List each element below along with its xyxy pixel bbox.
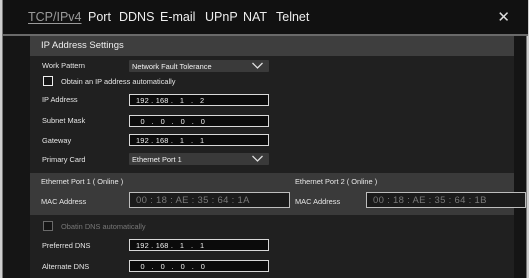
mac-address-1-field: 00 : 18 : AE : 35 : 64 : 1A <box>129 192 290 208</box>
mac-address-2-field: 00 : 18 : AE : 35 : 64 : 1B <box>366 192 526 208</box>
gateway-field[interactable]: 192 . 168 . 1 . 1 <box>129 134 269 146</box>
preferred-dns-value: 192 . 168 . 1 . 1 <box>136 241 205 250</box>
ip-address-label: IP Address <box>42 95 78 104</box>
gateway-label: Gateway <box>42 136 72 145</box>
obtain-dns-label: Obatin DNS automatically <box>61 222 146 231</box>
subnet-mask-label: Subnet Mask <box>42 116 86 125</box>
mac-address-1-label: MAC Address <box>41 197 87 206</box>
section-header: IP Address Settings <box>30 36 514 56</box>
tab-nat[interactable]: NAT <box>243 10 267 24</box>
tab-telnet[interactable]: Telnet <box>276 10 309 24</box>
subnet-mask-value: 0 . 0 . 0 . 0 <box>136 117 206 126</box>
ethernet-port-1-title: Ethernet Port 1 ( Online ) <box>41 177 124 186</box>
close-icon[interactable]: ✕ <box>497 8 510 26</box>
tab-bar: TCP/IPv4 Port DDNS E-mail UPnP NAT Telne… <box>3 0 528 36</box>
chevron-down-icon <box>252 62 263 69</box>
obtain-dns-checkbox <box>43 221 53 231</box>
gateway-value: 192 . 168 . 1 . 1 <box>136 136 205 145</box>
ip-address-value: 192 . 168 . 1 . 2 <box>136 96 205 105</box>
mac-address-1-value: 00 : 18 : AE : 35 : 64 : 1A <box>136 195 250 206</box>
tab-upnp[interactable]: UPnP <box>205 10 238 24</box>
mac-address-2-label: MAC Address <box>295 197 341 206</box>
tab-tcp-ipv4[interactable]: TCP/IPv4 <box>28 10 82 24</box>
tcp-ipv4-panel: IP Address Settings Work Pattern Network… <box>30 36 526 278</box>
alternate-dns-field[interactable]: 0 . 0 . 0 . 0 <box>129 260 269 272</box>
ethernet-ports-panel: Ethernet Port 1 ( Online ) MAC Address 0… <box>30 173 526 215</box>
tab-port[interactable]: Port <box>88 10 111 24</box>
ethernet-port-2-title: Ethernet Port 2 ( Online ) <box>295 177 378 186</box>
ip-address-field[interactable]: 192 . 168 . 1 . 2 <box>129 94 269 106</box>
preferred-dns-field[interactable]: 192 . 168 . 1 . 1 <box>129 239 269 251</box>
alternate-dns-label: Alternate DNS <box>42 262 90 271</box>
alternate-dns-value: 0 . 0 . 0 . 0 <box>136 262 206 271</box>
obtain-ip-checkbox[interactable] <box>43 76 53 86</box>
subnet-mask-field[interactable]: 0 . 0 . 0 . 0 <box>129 115 269 127</box>
network-settings-window: TCP/IPv4 Port DDNS E-mail UPnP NAT Telne… <box>2 0 528 278</box>
preferred-dns-label: Preferred DNS <box>42 241 91 250</box>
chevron-down-icon <box>252 155 263 162</box>
primary-card-select[interactable]: Ethernet Port 1 <box>129 153 269 165</box>
work-pattern-select[interactable]: Network Fault Tolerance <box>129 60 269 72</box>
mac-address-2-value: 00 : 18 : AE : 35 : 64 : 1B <box>373 195 487 206</box>
section-title: IP Address Settings <box>41 40 124 51</box>
primary-card-value: Ethernet Port 1 <box>132 154 182 164</box>
work-pattern-label: Work Pattern <box>42 61 85 70</box>
work-pattern-value: Network Fault Tolerance <box>132 61 212 71</box>
tab-email[interactable]: E-mail <box>160 10 195 24</box>
primary-card-label: Primary Card <box>42 155 86 164</box>
obtain-ip-label: Obtain an IP address automatically <box>61 77 176 86</box>
tab-ddns[interactable]: DDNS <box>119 10 154 24</box>
